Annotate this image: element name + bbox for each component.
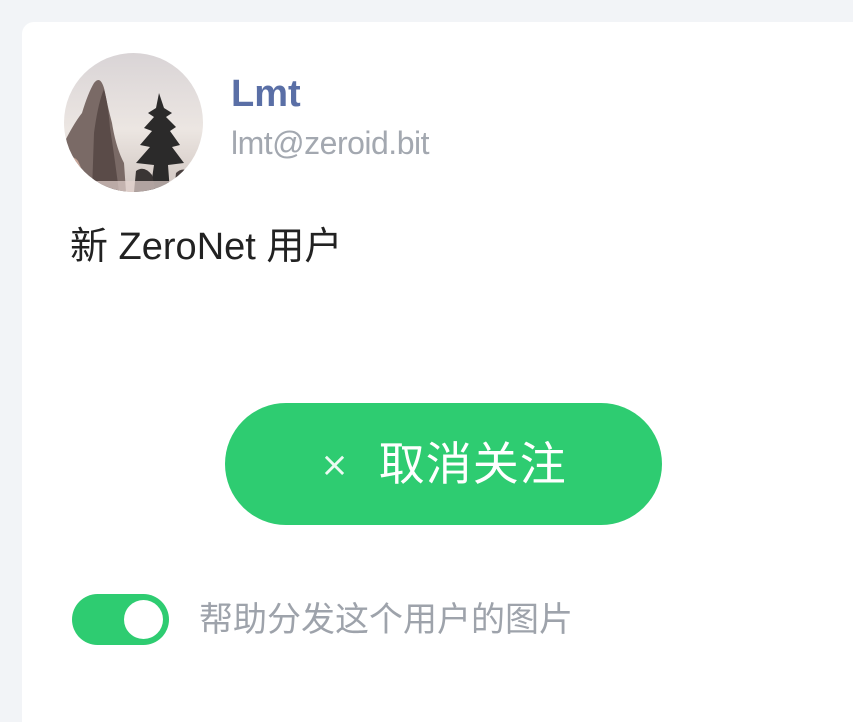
seed-images-toggle[interactable] [72,594,169,645]
seed-images-label: 帮助分发这个用户的图片 [199,599,573,640]
user-bio: 新 ZeroNet 用户 [70,226,343,268]
user-name-link[interactable]: Lmt [231,72,301,116]
user-handle: lmt@zeroid.bit [231,125,429,161]
unfollow-button[interactable]: × 取消关注 [225,403,662,525]
close-icon: × [320,445,349,485]
unfollow-button-label: 取消关注 [378,437,567,491]
landscape-avatar-icon [64,53,203,192]
seed-images-setting: 帮助分发这个用户的图片 [72,594,573,645]
toggle-knob [124,600,163,639]
user-profile-card: Lmt lmt@zeroid.bit 新 ZeroNet 用户 × 取消关注 帮… [22,22,853,722]
avatar[interactable] [64,53,203,192]
